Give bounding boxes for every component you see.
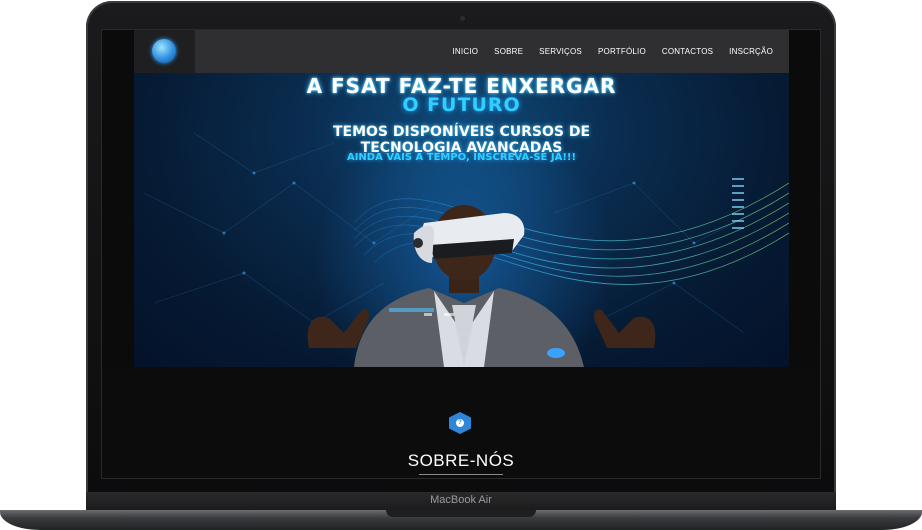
nav-link-inicio[interactable]: INICIO — [453, 47, 479, 56]
logo-container[interactable] — [134, 30, 195, 73]
about-section: ? SOBRE-NÓS — [102, 367, 820, 478]
navbar: INICIO SOBRE SERVIÇOS PORTFÓLIO CONTACTO… — [134, 30, 789, 73]
hero-illustration — [143, 113, 789, 367]
nav-link-inscricao[interactable]: INSCRÇÃO — [729, 47, 773, 56]
hero-banner: A FSAT FAZ-TE ENXERGAR O FUTURO TEMOS DI… — [134, 73, 789, 367]
hero-headline-accent: O FUTURO — [402, 94, 521, 116]
about-title: SOBRE-NÓS — [407, 451, 515, 470]
nav-link-servicos[interactable]: SERVIÇOS — [539, 47, 582, 56]
question-glyph: ? — [456, 419, 464, 427]
laptop-notch — [386, 510, 536, 517]
hero-subtitle-line1: TEMOS DISPONÍVEIS CURSOS DE — [332, 124, 591, 140]
nav-link-portfolio[interactable]: PORTFÓLIO — [598, 47, 646, 56]
hero-cta-text: AINDA VAIS A TEMPO, INSCREVA-SE JÁ!!! — [346, 152, 577, 163]
device-model-label: MacBook Air — [430, 494, 492, 506]
about-title-underline — [419, 474, 503, 475]
webcam-icon — [460, 16, 465, 21]
question-icon: ? — [449, 412, 471, 434]
logo-icon — [152, 39, 176, 63]
nav-link-contactos[interactable]: CONTACTOS — [662, 47, 713, 56]
nav-links: INICIO SOBRE SERVIÇOS PORTFÓLIO CONTACTO… — [453, 30, 774, 73]
nav-link-sobre[interactable]: SOBRE — [494, 47, 523, 56]
laptop-screen: INICIO SOBRE SERVIÇOS PORTFÓLIO CONTACTO… — [101, 29, 821, 479]
